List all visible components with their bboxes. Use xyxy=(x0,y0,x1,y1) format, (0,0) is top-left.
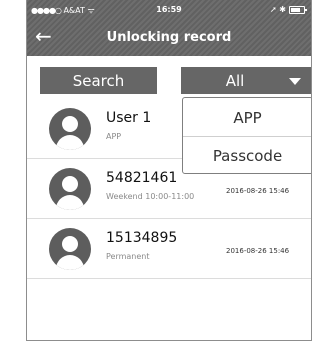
user-avatar-icon xyxy=(49,108,91,150)
page-title: Unlocking record xyxy=(106,30,232,45)
avatar-body xyxy=(56,135,84,150)
filter-option-passcode[interactable]: Passcode xyxy=(183,137,311,175)
avatar-head xyxy=(62,116,78,132)
record-row[interactable]: 15134895 Permanent 2016-08-26 15:46 xyxy=(27,219,311,279)
filter-selected-value: All xyxy=(225,72,245,90)
status-right: ➚ ✱ xyxy=(270,5,307,14)
search-button[interactable]: Search xyxy=(40,67,157,94)
avatar-head xyxy=(62,236,78,252)
location-bluetooth-icons: ➚ ✱ xyxy=(270,5,286,14)
filter-dropdown-button[interactable]: All xyxy=(181,67,311,94)
caret-down-icon xyxy=(289,78,301,85)
phone-screen: ●●●●○ A&AT ᯤ 16:59 ➚ ✱ ← Unlocking recor… xyxy=(26,0,312,341)
status-bar: ●●●●○ A&AT ᯤ 16:59 ➚ ✱ xyxy=(27,0,311,20)
user-avatar-icon xyxy=(49,168,91,210)
record-name: User 1 xyxy=(106,110,152,126)
record-date: 2016-08-26 15:46 xyxy=(226,247,290,255)
record-detail: APP xyxy=(106,132,122,141)
record-date: 2016-08-26 15:46 xyxy=(226,187,290,195)
avatar-body xyxy=(56,255,84,270)
battery-icon xyxy=(289,5,307,14)
avatar-body xyxy=(56,195,84,210)
record-name: 15134895 xyxy=(106,230,178,246)
record-detail: Weekend 10:00-11:00 xyxy=(106,192,195,201)
status-time: 16:59 xyxy=(156,5,182,14)
header: ●●●●○ A&AT ᯤ 16:59 ➚ ✱ ← Unlocking recor… xyxy=(27,0,311,56)
filter-option-app[interactable]: APP xyxy=(183,99,311,137)
filter-dropdown-menu: APP Passcode xyxy=(182,97,311,175)
record-detail: Permanent xyxy=(106,252,150,261)
avatar-head xyxy=(62,176,78,192)
user-avatar-icon xyxy=(49,228,91,270)
record-name: 54821461 xyxy=(106,170,178,186)
